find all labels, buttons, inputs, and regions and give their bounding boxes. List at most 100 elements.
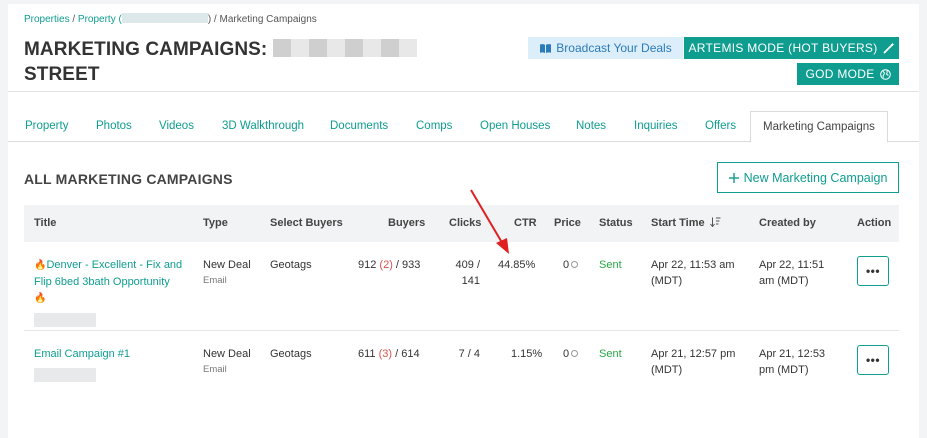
campaign-title-text: Denver - Excellent - Fix and Flip 6bed 3… <box>34 259 183 288</box>
ctr-cell: 44.85% <box>498 259 536 271</box>
column-start-time-label: Start Time <box>651 217 705 229</box>
column-buyers: Buyers <box>388 217 426 229</box>
tab-marketing-campaigns[interactable]: Marketing Campaigns <box>750 111 888 143</box>
new-marketing-campaign-label: New Marketing Campaign <box>743 170 888 185</box>
campaign-type-cell: New Deal Email <box>203 346 251 378</box>
clicks-cell: 7 / 4 <box>458 348 480 360</box>
globe-icon <box>879 68 891 80</box>
buyers-count: 611 <box>358 348 379 360</box>
coin-icon <box>571 261 579 268</box>
redacted-subtitle <box>34 368 96 382</box>
tab-property[interactable]: Property <box>25 111 68 142</box>
campaign-title-cell: 🔥Denver - Excellent - Fix and Flip 6bed … <box>34 257 194 327</box>
column-status: Status <box>599 217 633 229</box>
tab-videos[interactable]: Videos <box>159 111 194 142</box>
row-action-button[interactable]: ••• <box>857 345 889 375</box>
start-time-a: Apr 22, 11:53 am <box>651 259 735 271</box>
price-cell: 0 <box>563 257 579 273</box>
tab-documents[interactable]: Documents <box>330 111 388 142</box>
broadcast-deals-label: Broadcast Your Deals <box>556 41 672 55</box>
redacted-subtitle <box>34 313 96 327</box>
column-type: Type <box>203 217 228 229</box>
buyers-total: / 933 <box>392 259 421 271</box>
new-marketing-campaign-button[interactable]: New Marketing Campaign <box>717 162 899 193</box>
breadcrumb-current: Marketing Campaigns <box>219 14 317 25</box>
select-buyers-cell: Geotags <box>270 259 312 271</box>
start-time-cell: Apr 22, 11:53 am (MDT) <box>651 257 735 289</box>
campaign-title-link[interactable]: 🔥Denver - Excellent - Fix and Flip 6bed … <box>34 259 182 304</box>
campaign-type-cell: New Deal Email <box>203 257 251 289</box>
tab-3d-walkthrough[interactable]: 3D Walkthrough <box>222 111 304 142</box>
tab-notes[interactable]: Notes <box>576 111 606 142</box>
plus-icon <box>728 172 739 183</box>
redacted-title <box>272 39 417 57</box>
campaign-type-sub: Email <box>203 275 227 286</box>
created-b: am (MDT) <box>759 275 809 287</box>
breadcrumb-separator: / <box>69 14 78 25</box>
column-clicks: Clicks <box>449 217 482 229</box>
wand-icon <box>883 42 895 54</box>
page: Properties / Property ( ) / Marketing Cam… <box>8 4 919 438</box>
buyers-highlight: (3) <box>378 348 393 360</box>
created-a: Apr 22, 11:51 <box>759 259 825 271</box>
artemis-mode-button[interactable]: ARTEMIS MODE (HOT BUYERS) <box>684 37 899 59</box>
start-time-b: (MDT) <box>651 275 683 287</box>
fire-icon: 🔥 <box>34 293 47 304</box>
created-by-cell: Apr 22, 11:51 am (MDT) <box>759 257 824 289</box>
price-value: 0 <box>563 259 570 271</box>
table-row: 🔥Denver - Excellent - Fix and Flip 6bed … <box>24 242 899 331</box>
god-mode-label: GOD MODE <box>805 67 875 81</box>
ctr-cell: 1.15% <box>511 348 543 360</box>
tab-bar: Property Photos Videos 3D Walkthrough Do… <box>8 111 919 143</box>
tab-inquiries[interactable]: Inquiries <box>634 111 677 142</box>
redacted-address <box>121 13 208 23</box>
status-badge: Sent <box>599 348 622 360</box>
coin-icon <box>571 350 579 357</box>
table-row: Email Campaign #1 New Deal Email Geotags… <box>24 331 899 391</box>
breadcrumb-properties-link[interactable]: Properties <box>24 14 70 25</box>
start-time-a: Apr 21, 12:57 pm <box>651 348 736 360</box>
select-buyers-cell: Geotags <box>270 348 312 360</box>
tab-open-houses[interactable]: Open Houses <box>480 111 550 142</box>
fire-icon: 🔥 <box>34 260 47 271</box>
buyers-cell: 611 (3) / 614 <box>358 346 420 362</box>
campaign-type: New Deal <box>203 348 251 360</box>
tab-photos[interactable]: Photos <box>96 111 132 142</box>
sort-descending-icon <box>709 217 721 228</box>
column-ctr: CTR <box>514 217 537 229</box>
start-time-cell: Apr 21, 12:57 pm (MDT) <box>651 346 735 378</box>
buyers-total: / 614 <box>392 348 420 360</box>
breadcrumb: Properties / Property ( ) / Marketing Cam… <box>24 13 317 25</box>
clicks-b: 141 <box>461 275 480 287</box>
breadcrumb-separator: ) / <box>207 14 220 25</box>
clicks-cell: 409 / 141 <box>447 257 480 289</box>
tab-offers[interactable]: Offers <box>705 111 736 142</box>
page-title-line1: MARKETING CAMPAIGNS: <box>24 39 268 60</box>
artemis-mode-label: ARTEMIS MODE (HOT BUYERS) <box>688 41 878 55</box>
column-action: Action <box>857 217 892 229</box>
tab-comps[interactable]: Comps <box>416 111 452 142</box>
broadcast-deals-button[interactable]: Broadcast Your Deals <box>528 37 683 59</box>
column-start-time[interactable]: Start Time <box>651 205 721 242</box>
page-title-line2: STREET <box>24 64 100 85</box>
created-b: pm (MDT) <box>759 364 809 376</box>
column-price: Price <box>554 217 581 229</box>
column-title: Title <box>34 217 57 229</box>
breadcrumb-property-link[interactable]: Property ( <box>78 14 122 25</box>
buyers-highlight: (2) <box>379 259 393 271</box>
start-time-b: (MDT) <box>651 364 683 376</box>
status-badge: Sent <box>599 259 622 271</box>
column-created-by: Created by <box>759 217 816 229</box>
book-icon <box>540 43 552 53</box>
column-select-buyers: Select Buyers <box>270 217 343 229</box>
god-mode-button[interactable]: GOD MODE <box>797 63 899 85</box>
campaign-title-link[interactable]: Email Campaign #1 <box>34 348 130 360</box>
campaign-type: New Deal <box>203 259 251 271</box>
clicks-a: 409 / <box>455 259 480 271</box>
row-action-button[interactable]: ••• <box>857 256 889 286</box>
campaign-title-cell: Email Campaign #1 <box>34 346 194 382</box>
price-value: 0 <box>563 348 570 360</box>
campaign-type-sub: Email <box>203 364 227 375</box>
table-header: Title Type Select Buyers Buyers Clicks C… <box>24 205 899 242</box>
section-title: ALL MARKETING CAMPAIGNS <box>24 171 233 187</box>
